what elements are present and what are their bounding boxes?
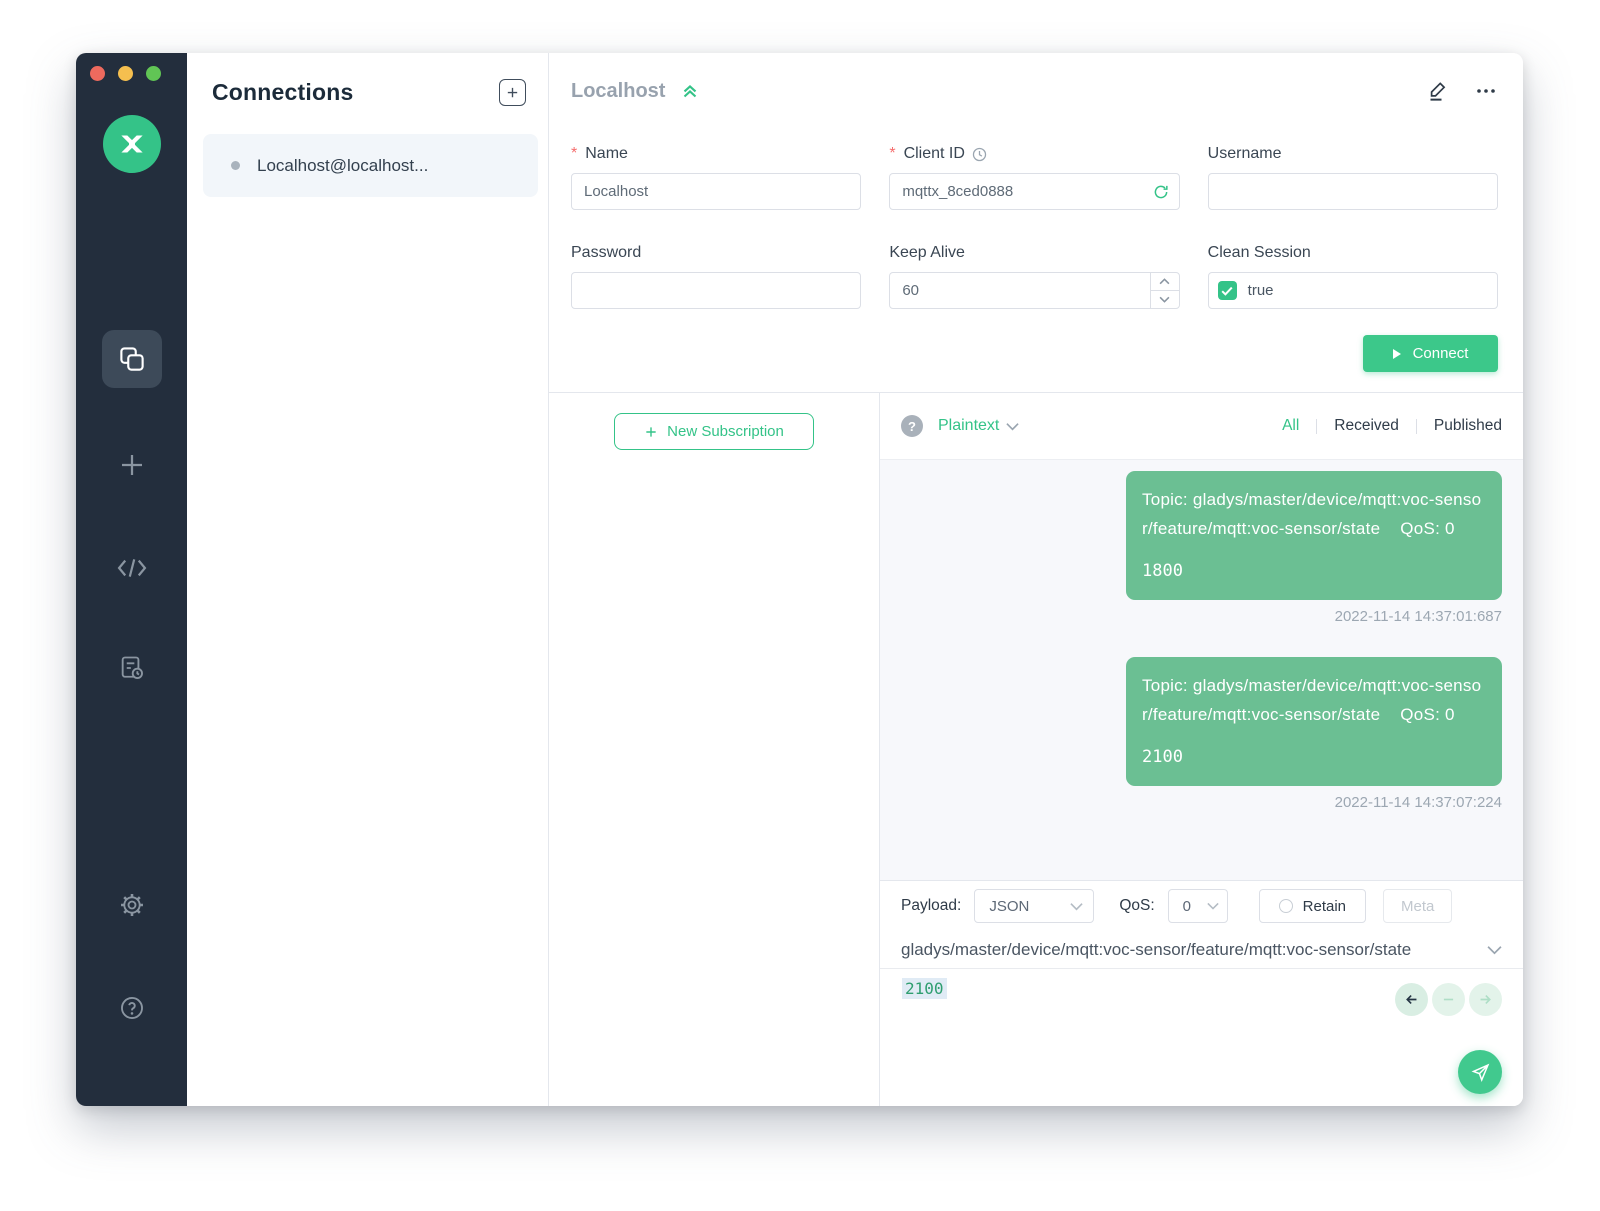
keep-alive-label: Keep Alive <box>889 244 1179 262</box>
tab-received[interactable]: Received <box>1317 417 1416 435</box>
chevron-down-icon <box>1070 902 1083 911</box>
payload-type-select[interactable]: JSON <box>974 889 1094 923</box>
more-icon[interactable] <box>1474 79 1498 103</box>
chevron-down-icon <box>1006 422 1019 431</box>
send-button[interactable] <box>1458 1050 1502 1094</box>
name-label: * Name <box>571 145 861 163</box>
qos-label: QoS: <box>1119 897 1154 915</box>
sidebar-item-new-connection[interactable] <box>102 436 162 494</box>
play-icon <box>1393 349 1401 359</box>
chevron-down-icon <box>1207 902 1219 910</box>
sidebar-item-script[interactable] <box>102 539 162 597</box>
clean-session-checkbox[interactable] <box>1218 281 1237 300</box>
topic-value: gladys/master/device/mqtt:voc-sensor/fea… <box>901 940 1411 960</box>
payload-editor[interactable]: 2100 <box>880 969 1523 1106</box>
clean-session-field: true <box>1208 272 1498 309</box>
subscriptions-panel: New Subscription <box>549 393 880 1106</box>
mqttx-window: Connections Localhost@localhost... Local… <box>76 53 1523 1106</box>
sidebar-item-help[interactable] <box>102 979 162 1037</box>
tab-published[interactable]: Published <box>1417 417 1502 435</box>
mqttx-logo-icon <box>103 115 161 173</box>
log-icon <box>118 654 146 682</box>
keep-alive-input[interactable] <box>889 272 1179 309</box>
clock-icon <box>971 146 988 163</box>
code-icon <box>116 554 148 582</box>
qos-select[interactable]: 0 <box>1168 889 1228 923</box>
message-bubble[interactable]: Topic: gladys/master/device/mqtt:voc-sen… <box>1126 657 1502 786</box>
client-id-label: * Client ID <box>889 145 1179 163</box>
retain-toggle[interactable]: Retain <box>1259 889 1366 923</box>
new-subscription-button[interactable]: New Subscription <box>614 413 814 450</box>
gear-icon <box>118 891 146 919</box>
client-id-input[interactable] <box>889 173 1179 210</box>
stepper-up-icon[interactable] <box>1151 273 1179 291</box>
stepper-down-icon[interactable] <box>1151 291 1179 308</box>
history-forward-button[interactable] <box>1469 983 1502 1016</box>
add-connection-button[interactable] <box>499 79 526 106</box>
keep-alive-stepper[interactable] <box>1150 273 1179 308</box>
retain-radio-icon <box>1279 899 1293 913</box>
main-panel: Localhost <box>549 53 1523 1106</box>
refresh-icon[interactable] <box>1152 183 1170 201</box>
close-button[interactable] <box>90 66 105 81</box>
message-payload: 1800 <box>1142 557 1486 586</box>
clean-session-label: Clean Session <box>1208 244 1498 262</box>
connection-title: Localhost <box>571 80 665 103</box>
messages-panel: ? Plaintext All Received Published <box>880 393 1523 1106</box>
connect-button[interactable]: Connect <box>1363 335 1498 372</box>
plus-icon <box>117 450 147 480</box>
connections-title: Connections <box>212 79 353 106</box>
message-timestamp: 2022-11-14 14:37:07:224 <box>880 794 1502 811</box>
plus-icon <box>505 85 520 100</box>
zoom-button[interactable] <box>146 66 161 81</box>
plus-icon <box>644 425 658 439</box>
edit-icon[interactable] <box>1426 79 1450 103</box>
password-input[interactable] <box>571 272 861 309</box>
message-list: Topic: gladys/master/device/mqtt:voc-sen… <box>880 459 1523 880</box>
message-timestamp: 2022-11-14 14:37:01:687 <box>880 608 1502 625</box>
username-label: Username <box>1208 145 1498 163</box>
connection-list-item[interactable]: Localhost@localhost... <box>203 134 538 197</box>
publish-panel: Payload: JSON QoS: 0 Retain <box>880 880 1523 1106</box>
topic-chevron-down-icon[interactable] <box>1487 945 1502 955</box>
minimize-button[interactable] <box>118 66 133 81</box>
connections-icon <box>117 344 147 374</box>
sidebar-item-connections[interactable] <box>102 330 162 388</box>
topic-input[interactable]: gladys/master/device/mqtt:voc-sensor/fea… <box>880 931 1523 969</box>
message-qos: QoS: 0 <box>1400 514 1454 543</box>
send-icon <box>1470 1062 1491 1083</box>
collapse-icon[interactable] <box>679 80 701 102</box>
sidebar <box>76 53 187 1106</box>
payload-label: Payload: <box>901 897 961 915</box>
help-icon <box>118 994 146 1022</box>
clean-session-value: true <box>1248 282 1274 299</box>
required-asterisk: * <box>889 145 895 163</box>
editor-value[interactable]: 2100 <box>902 978 947 999</box>
history-back-button[interactable] <box>1395 983 1428 1016</box>
history-delete-button[interactable] <box>1432 983 1465 1016</box>
required-asterisk: * <box>571 145 577 163</box>
message-payload: 2100 <box>1142 743 1486 772</box>
payload-format-dropdown[interactable]: Plaintext <box>938 417 1019 435</box>
sidebar-item-settings[interactable] <box>102 876 162 934</box>
connection-form: Localhost <box>549 53 1523 393</box>
tab-all[interactable]: All <box>1265 417 1316 435</box>
name-input[interactable] <box>571 173 861 210</box>
password-label: Password <box>571 244 861 262</box>
username-input[interactable] <box>1208 173 1498 210</box>
question-icon[interactable]: ? <box>901 415 923 437</box>
message-qos: QoS: 0 <box>1400 700 1454 729</box>
window-controls <box>90 66 161 81</box>
connections-panel: Connections Localhost@localhost... <box>187 53 549 1106</box>
message-bubble[interactable]: Topic: gladys/master/device/mqtt:voc-sen… <box>1126 471 1502 600</box>
meta-button[interactable]: Meta <box>1383 889 1452 923</box>
connection-item-label: Localhost@localhost... <box>257 156 428 176</box>
sidebar-item-log[interactable] <box>102 639 162 697</box>
message-filter-tabs: All Received Published <box>1265 417 1502 435</box>
connection-status-dot <box>231 161 240 170</box>
